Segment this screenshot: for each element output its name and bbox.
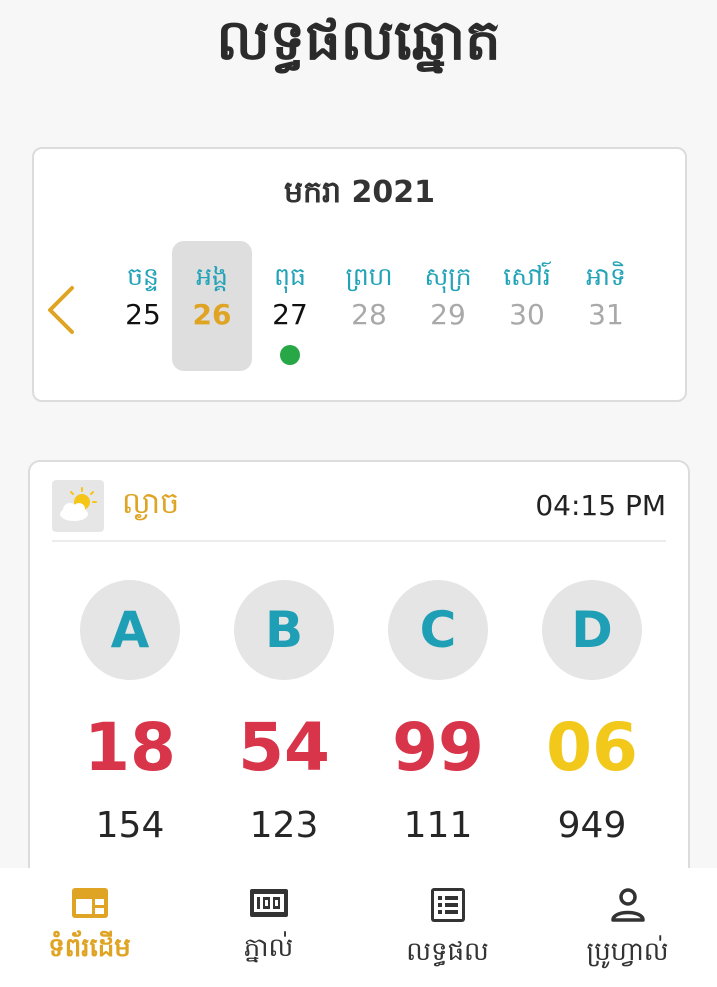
result-card: ល្ងាច 04:15 PM A 18 154 B 54 123 C 99 11… — [28, 460, 690, 900]
nav-profile[interactable]: ប្រូហ្វាល់ — [538, 868, 717, 987]
divider — [52, 540, 666, 542]
nav-bet[interactable]: ភ្នាល់ — [179, 868, 358, 987]
nav-label: ប្រូហ្វាល់ — [586, 937, 669, 967]
letter-badge: B — [234, 580, 334, 680]
day-name: សៅរ៍ — [503, 262, 551, 291]
letter-badge: C — [388, 580, 488, 680]
day-number: 28 — [351, 298, 387, 331]
three-digit-result: 154 — [95, 805, 165, 846]
day-name: ចន្ទ — [127, 262, 159, 291]
list-icon — [430, 888, 465, 922]
day-name: ពុធ — [274, 262, 306, 291]
day-name: ព្រហ — [345, 262, 393, 291]
day-number: 30 — [509, 298, 545, 331]
day-number: 27 — [272, 298, 308, 331]
three-digit-result: 111 — [403, 805, 473, 846]
day-number: 29 — [430, 298, 466, 331]
result-available-dot — [280, 345, 300, 365]
bottom-nav: ទំព័រដើម ភ្នាល់ លទ្ធផល ប្រូហ្វាល់ — [0, 868, 717, 987]
result-column-b: B 54 123 — [229, 580, 339, 848]
two-digit-result: 99 — [392, 709, 484, 786]
letter-badge: D — [542, 580, 642, 680]
day-fri-29[interactable]: សុក្រ 29 — [408, 241, 488, 371]
page-title: លទ្ធផលឆ្នោត — [216, 8, 501, 73]
two-digit-result: 18 — [84, 709, 176, 786]
day-sat-30[interactable]: សៅរ៍ 30 — [487, 241, 567, 371]
day-number: 25 — [125, 298, 161, 331]
session-time: 04:15 PM — [535, 489, 666, 522]
day-selector: ចន្ទ 25 អង្គ 26 ពុធ 27 ព្រហ 28 សុក្រ 29 … — [103, 241, 683, 371]
home-dashboard-icon — [71, 888, 108, 918]
result-column-a: A 18 154 — [75, 580, 185, 848]
ticket-icon — [249, 889, 288, 917]
day-number: 26 — [192, 298, 232, 331]
two-digit-result: 06 — [546, 709, 638, 786]
day-mon-25[interactable]: ចន្ទ 25 — [103, 241, 183, 371]
nav-label: ទំព័រដើម — [48, 933, 131, 963]
month-label: មករា 2021 — [283, 175, 436, 210]
day-thu-28[interactable]: ព្រហ 28 — [329, 241, 409, 371]
sun-cloud-icon — [52, 480, 104, 532]
nav-label: លទ្ធផល — [406, 937, 489, 967]
session-label: ល្ងាច — [122, 486, 180, 521]
day-number: 31 — [588, 298, 624, 331]
two-digit-result: 54 — [238, 709, 330, 786]
day-tue-26[interactable]: អង្គ 26 — [172, 241, 252, 371]
day-name: សុក្រ — [424, 262, 472, 291]
three-digit-result: 949 — [557, 805, 627, 846]
day-name: អាទិ — [586, 262, 626, 291]
previous-week-button[interactable] — [46, 284, 76, 336]
letter-badge: A — [80, 580, 180, 680]
nav-results[interactable]: លទ្ធផល — [358, 868, 537, 987]
three-digit-result: 123 — [249, 805, 319, 846]
nav-home[interactable]: ទំព័រដើម — [0, 868, 179, 987]
day-wed-27[interactable]: ពុធ 27 — [250, 241, 330, 371]
calendar-card: មករា 2021 ចន្ទ 25 អង្គ 26 ពុធ 27 ព្រហ 28… — [32, 147, 687, 402]
result-column-d: D 06 949 — [537, 580, 647, 848]
day-sun-31[interactable]: អាទិ 31 — [566, 241, 646, 371]
result-column-c: C 99 111 — [383, 580, 493, 848]
profile-icon — [610, 888, 645, 922]
chevron-left-icon — [48, 286, 74, 334]
nav-label: ភ្នាល់ — [243, 933, 294, 963]
day-name: អង្គ — [196, 262, 228, 291]
